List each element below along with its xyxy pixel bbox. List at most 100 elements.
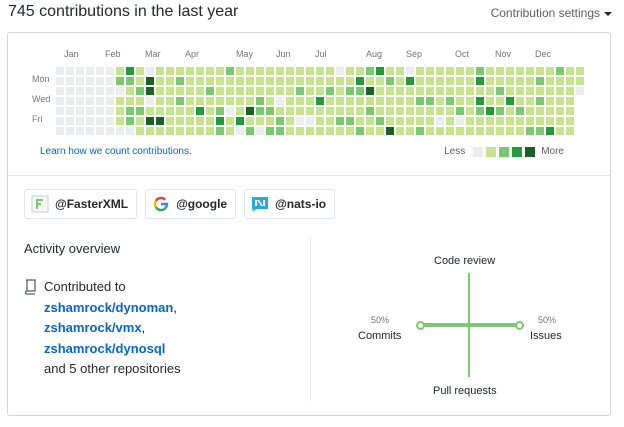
day-cell (516, 77, 524, 85)
day-cell (66, 97, 74, 105)
day-cell (486, 77, 494, 85)
day-cell (96, 107, 104, 115)
day-cell (536, 77, 544, 85)
day-cell (546, 77, 554, 85)
org-button-nats[interactable]: @nats-io (244, 189, 336, 219)
day-cell (306, 127, 314, 135)
day-cell (556, 77, 564, 85)
day-cell (116, 87, 124, 95)
day-cell (286, 87, 294, 95)
day-cell (346, 87, 354, 95)
day-cell (506, 87, 514, 95)
day-cell (346, 107, 354, 115)
day-cell (416, 117, 424, 125)
day-cell (566, 127, 574, 135)
day-cell (66, 87, 74, 95)
day-cell (246, 107, 254, 115)
org-name: @FasterXML (55, 197, 129, 211)
day-cell (576, 67, 584, 75)
day-cell (246, 87, 254, 95)
day-cell (396, 77, 404, 85)
day-cell (396, 107, 404, 115)
day-cell (346, 67, 354, 75)
day-cell (446, 67, 454, 75)
day-cell (76, 77, 84, 85)
day-cell (416, 127, 424, 135)
org-button-google[interactable]: @google (145, 189, 237, 219)
day-cell (356, 107, 364, 115)
day-cell (136, 67, 144, 75)
repo-link[interactable]: zshamrock/dynoman (44, 300, 173, 315)
day-cell (76, 67, 84, 75)
day-cell (156, 97, 164, 105)
day-cell (356, 77, 364, 85)
day-cell (186, 87, 194, 95)
day-cell (416, 77, 424, 85)
repo-link[interactable]: zshamrock/vmx (44, 320, 142, 335)
day-cell (386, 67, 394, 75)
day-cell (526, 127, 534, 135)
day-cell (216, 107, 224, 115)
day-cell (566, 117, 574, 125)
day-cell (486, 107, 494, 115)
day-cell (116, 107, 124, 115)
day-cell (476, 97, 484, 105)
graph-horizontal-bar (420, 323, 520, 327)
org-button-fasterxml[interactable]: @FasterXML (24, 189, 138, 219)
calendar-legend: Less More (444, 146, 564, 157)
legend-swatch (525, 146, 536, 157)
day-cell (216, 77, 224, 85)
day-cell (56, 117, 64, 125)
day-cell (326, 87, 334, 95)
day-cell (436, 107, 444, 115)
day-cell (86, 127, 94, 135)
day-cell (486, 117, 494, 125)
day-cell (466, 107, 474, 115)
day-cell (206, 97, 214, 105)
day-cell (116, 67, 124, 75)
day-cell (86, 107, 94, 115)
day-cell (136, 117, 144, 125)
repo-link[interactable]: zshamrock/dynosql (44, 341, 165, 356)
day-cell (436, 127, 444, 135)
contribution-settings-dropdown[interactable]: Contribution settings (491, 6, 612, 20)
day-cell (216, 97, 224, 105)
day-cell (86, 97, 94, 105)
day-cell (106, 87, 114, 95)
day-cell (256, 127, 264, 135)
day-cell (396, 127, 404, 135)
day-label: Wed (32, 94, 51, 104)
day-cell (516, 97, 524, 105)
day-cell (86, 117, 94, 125)
learn-contributions-link[interactable]: Learn how we count contributions. (40, 146, 192, 157)
day-cell (236, 67, 244, 75)
day-cell (96, 77, 104, 85)
issues-label: Issues (530, 330, 562, 342)
day-cell (466, 67, 474, 75)
commits-label: Commits (358, 330, 402, 342)
day-cell (496, 117, 504, 125)
day-cell (266, 97, 274, 105)
day-cell (156, 77, 164, 85)
day-cell (156, 87, 164, 95)
day-cell (216, 67, 224, 75)
day-cell (386, 97, 394, 105)
commits-dot (416, 321, 425, 330)
section-divider (8, 175, 610, 176)
day-cell (186, 97, 194, 105)
day-cell (476, 87, 484, 95)
day-cell (116, 127, 124, 135)
month-label: May (236, 49, 254, 59)
day-cell (506, 67, 514, 75)
day-cell (366, 77, 374, 85)
day-cell (326, 107, 334, 115)
day-cell (146, 107, 154, 115)
day-cell (426, 127, 434, 135)
day-cell (176, 117, 184, 125)
month-label: Jan (64, 49, 79, 59)
day-label: Mon (32, 74, 50, 84)
day-cell (76, 117, 84, 125)
day-cell (176, 67, 184, 75)
day-cell (386, 107, 394, 115)
day-cell (496, 107, 504, 115)
